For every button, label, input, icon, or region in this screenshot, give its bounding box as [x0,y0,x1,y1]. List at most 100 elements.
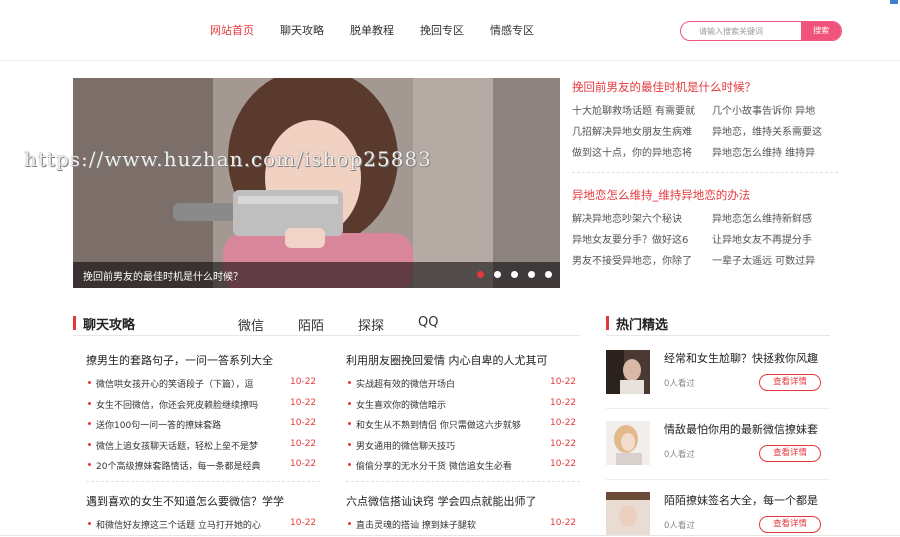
search-box: 搜索 [680,21,842,41]
topnews-block-2: 异地恋怎么维持_维持异地恋的办法 解决异地恋吵架六个秘诀 异地恋怎么维持新鲜感 … [572,187,840,267]
slider-dot[interactable] [528,271,535,278]
nav-item-win-back[interactable]: 挽回专区 [420,22,464,38]
column-headline[interactable]: 撩男生的套路句子，一问一答系列大全 [86,352,320,368]
list-item-title: 女生喜欢你的微信暗示 [356,400,447,411]
divider [86,481,320,482]
bullet-icon [348,401,351,405]
search-input[interactable] [681,22,802,40]
topnews-link[interactable]: 几个小故事告诉你 异地 [712,102,840,117]
list-item-title: 女生不回微信，你还会死皮赖脸继续撩吗 [96,400,259,411]
hot-item-title[interactable]: 陌陌撩妹签名大全，每一个都是 [664,492,830,508]
list-item[interactable]: 20个高级撩妹套路情话，每一条都是经典 10-22 [86,459,320,480]
topnews-link[interactable]: 一辈子太遥远 可数过异 [712,252,840,267]
tab-qq[interactable]: QQ [418,315,438,334]
list-item-title: 直击灵魂的搭讪 撩到妹子腿软 [356,521,476,531]
topnews-block-1: 挽回前男友的最佳时机是什么时候？ 十大尬聊救场话题 有需要就 几个小故事告诉你 … [572,79,840,159]
topnews-title[interactable]: 挽回前男友的最佳时机是什么时候？ [572,79,840,95]
list-item[interactable]: 女生不回微信，你还会死皮赖脸继续撩吗 10-22 [86,398,320,419]
hot-item-title[interactable]: 情敌最怕你用的最新微信撩妹套 [664,421,830,437]
article-list: 微信哄女孩开心的笑语段子（下篇），逗 10-22 女生不回微信，你还会死皮赖脸继续… [86,377,320,480]
topnews-link[interactable]: 异地恋怎么维持新鲜感 [712,210,840,225]
topnews-link[interactable]: 做到这十点，你的异地恋将 [572,144,712,159]
article-list: 实战超有效的微信开场白 10-22 女生喜欢你的微信暗示 10-22 和女生从不熟到… [346,377,580,480]
bullet-icon [348,422,351,425]
chat-section-title: 聊天攻略 [83,317,136,333]
hot-item-thumbnail[interactable] [606,421,650,465]
list-item[interactable]: 和女生从不熟到情侣 你只需做这六步就够 10-22 [346,418,580,439]
topnews-link[interactable]: 几招解决异地女朋友生病难 [572,123,712,138]
nav-item-chat-tips[interactable]: 聊天攻略 [280,22,324,38]
divider [73,335,580,336]
slide-caption[interactable]: 挽回前男友的最佳时机是什么时候？ [83,268,243,283]
nav-item-home[interactable]: 网站首页 [210,22,254,38]
bullet-icon [88,401,91,405]
bullet-icon [88,463,91,466]
topnews-link[interactable]: 异地女友要分手？做好这6 [572,231,712,246]
article-column: 撩男生的套路句子，一问一答系列大全 微信哄女孩开心的笑语段子（下篇），逗 10-2… [86,352,320,480]
list-item[interactable]: 微信上追女孩聊天话题，轻松上垒不是梦 10-22 [86,439,320,460]
list-item[interactable]: 男女通用的微信聊天技巧 10-22 [346,439,580,460]
site-header: 网站首页 聊天攻略 脱单教程 挽回专区 情感专区 搜索 [0,0,900,61]
list-item-date: 10-22 [550,438,577,449]
view-details-button[interactable]: 查看详情 [759,445,821,462]
list-item-date: 10-22 [290,397,317,408]
topnews-link[interactable]: 解决异地恋吵架六个秘诀 [572,210,712,225]
slider-dot[interactable] [545,271,552,278]
topnews-links: 十大尬聊救场话题 有需要就 几个小故事告诉你 异地 几招解决异地女朋友生病难 异… [572,102,840,159]
column-headline[interactable]: 遇到喜欢的女生不知道怎么要微信？学学 [86,493,320,509]
topnews-link[interactable]: 异地恋，维持关系需要这 [712,123,840,138]
topnews-link[interactable]: 十大尬聊救场话题 有需要就 [572,102,712,117]
bullet-icon [88,422,91,425]
topnews-link[interactable]: 异地恋怎么维持 维持异 [712,144,840,159]
list-item[interactable]: 实战超有效的微信开场白 10-22 [346,377,580,398]
slider-dot[interactable] [494,271,501,278]
corner-marker [890,0,898,4]
view-details-button[interactable]: 查看详情 [759,516,821,533]
view-details-button[interactable]: 查看详情 [759,374,821,391]
bullet-icon [348,522,351,525]
topnews-link[interactable]: 让异地女友不再提分手 [712,231,840,246]
divider [346,481,580,482]
list-item[interactable]: 微信哄女孩开心的笑语段子（下篇），逗 10-22 [86,377,320,398]
slider-dot[interactable] [511,271,518,278]
section-accent-bar [73,316,76,330]
column-headline[interactable]: 六点微信搭讪诀窍 学会四点就能出师了 [346,493,580,509]
hot-item-thumbnail[interactable] [606,492,650,536]
hot-item-title[interactable]: 经常和女生尬聊？快拯救你风趣 [664,350,830,366]
divider [0,535,900,536]
hero-slider[interactable]: 挽回前男友的最佳时机是什么时候？ [73,78,560,288]
nav-item-dating-tutorial[interactable]: 脱单教程 [350,22,394,38]
list-item[interactable]: 偷偷分享的无水分干货 微信追女生必看 10-22 [346,459,580,480]
hot-section-title: 热门精选 [616,317,669,333]
list-item-date: 10-22 [550,397,577,408]
list-item-date: 10-22 [550,418,577,428]
column-headline[interactable]: 利用朋友圈挽回爱情 内心自卑的人尤其可 [346,352,580,368]
bullet-icon [88,442,91,446]
bullet-icon [348,463,351,466]
watermark-text: https://www.huzhan.com/ishop25883 [24,147,432,171]
tab-tantan[interactable]: 探探 [358,315,384,334]
slider-dot[interactable] [477,271,484,278]
hot-item-views: 0人看过 [664,521,695,531]
list-item-date: 10-22 [550,377,577,387]
article-column: 遇到喜欢的女生不知道怎么要微信？学学 和微信好友撩这三个话题 立马打开她的心 10… [86,493,320,537]
topnews-links: 解决异地恋吵架六个秘诀 异地恋怎么维持新鲜感 异地女友要分手？做好这6 让异地女… [572,210,840,267]
tab-momo[interactable]: 陌陌 [298,315,324,334]
list-item[interactable]: 女生喜欢你的微信暗示 10-22 [346,398,580,419]
hot-item-views: 0人看过 [664,450,695,460]
nav-item-emotion[interactable]: 情感专区 [490,22,534,38]
list-item-date: 10-22 [550,518,577,528]
topnews-title[interactable]: 异地恋怎么维持_维持异地恋的办法 [572,187,840,203]
search-button[interactable]: 搜索 [801,22,841,40]
hot-section-header: 热门精选 [606,314,669,333]
divider [606,479,830,480]
topnews-link[interactable]: 男友不接受异地恋，你除了 [572,252,712,267]
list-item-date: 10-22 [550,459,577,469]
hot-item: 情敌最怕你用的最新微信撩妹套 0人看过 查看详情 [606,421,830,481]
list-item[interactable]: 送你100句一问一答的撩妹套路 10-22 [86,418,320,439]
list-item-title: 微信哄女孩开心的笑语段子（下篇），逗 [96,380,254,390]
list-item-title: 20个高级撩妹套路情话，每一条都是经典 [96,462,261,472]
bullet-icon [88,381,91,384]
hot-item-thumbnail[interactable] [606,350,650,394]
tab-wechat[interactable]: 微信 [238,315,264,334]
